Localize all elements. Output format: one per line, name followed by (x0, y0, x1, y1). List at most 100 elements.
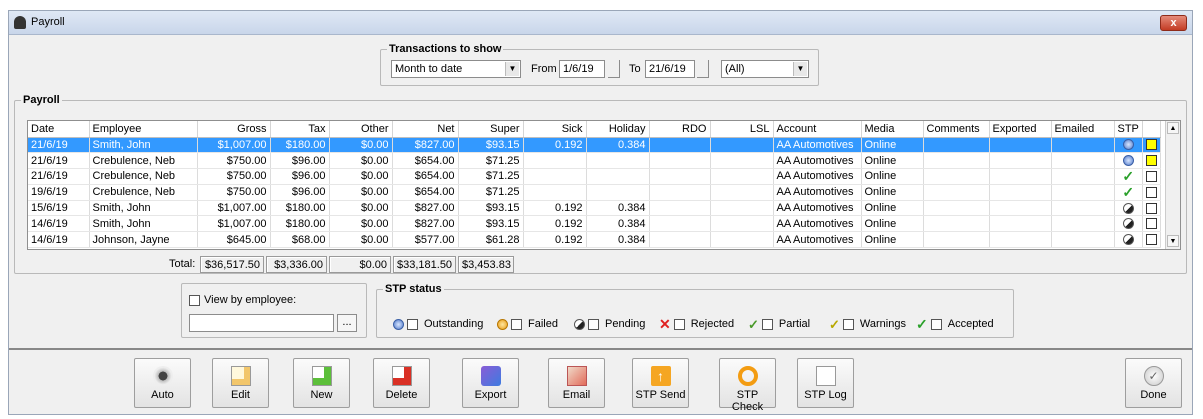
email-button[interactable]: Email (548, 358, 605, 408)
total-other: $0.00 (329, 256, 391, 273)
cell-flag[interactable] (1142, 168, 1161, 185)
cell-account: AA Automotives (773, 152, 862, 170)
cell-flag[interactable] (1142, 152, 1161, 170)
column-header[interactable]: Employee (89, 121, 198, 138)
column-header[interactable]: Net (392, 121, 459, 138)
cell-rdo (649, 215, 711, 233)
scroll-up-icon[interactable]: ▲ (1167, 122, 1179, 134)
stp-filter-pending[interactable]: Pending (574, 318, 645, 330)
cell-holiday: 0.384 (586, 200, 650, 217)
employee-field[interactable] (189, 314, 334, 332)
from-date-field[interactable]: 1/6/19 (559, 60, 605, 78)
row-checkbox[interactable] (1145, 186, 1157, 198)
cell-gross: $1,007.00 (197, 137, 271, 154)
table-row[interactable]: 14/6/19 Smith, John $1,007.00 $180.00 $0.00 $… (28, 215, 1161, 233)
accepted-icon: ✓ (916, 315, 928, 332)
column-header[interactable]: Account (773, 121, 862, 138)
delete-icon (391, 366, 412, 386)
vertical-scrollbar[interactable]: ▲ ▼ (1165, 121, 1180, 249)
cell-tax: $180.00 (270, 137, 330, 154)
stp-check-button[interactable]: STP Check (719, 358, 776, 413)
new-button[interactable]: New (293, 358, 350, 408)
warnings-checkbox[interactable] (842, 318, 854, 330)
column-header[interactable]: Sick (523, 121, 587, 138)
auto-button[interactable]: Auto (134, 358, 191, 408)
row-checkbox[interactable] (1145, 218, 1157, 230)
stp-filter-rejected[interactable]: ✕ Rejected (659, 317, 734, 331)
column-header[interactable]: Comments (923, 121, 990, 138)
stp-filter-failed[interactable]: Failed (497, 318, 558, 330)
warnings-icon: ✓ (829, 316, 840, 332)
column-header[interactable]: Holiday (586, 121, 650, 138)
pending-icon (1122, 234, 1134, 246)
export-button[interactable]: Export (462, 358, 519, 408)
stp-send-button[interactable]: ↑ STP Send (632, 358, 689, 408)
scope-select[interactable]: (All) ▼ (721, 60, 809, 78)
rejected-checkbox[interactable] (673, 318, 685, 330)
row-checkbox[interactable] (1145, 139, 1157, 151)
stp-filter-outstanding[interactable]: Outstanding (393, 318, 483, 330)
edit-button[interactable]: Edit (212, 358, 269, 408)
delete-button[interactable]: Delete (373, 358, 430, 408)
view-by-employee-checkbox[interactable] (189, 294, 200, 306)
cell-other: $0.00 (329, 168, 393, 185)
cell-comments (923, 152, 990, 170)
column-header[interactable]: Gross (197, 121, 271, 138)
column-header[interactable]: Date (28, 121, 90, 138)
payroll-grid[interactable]: Date Employee Gross Tax Other Net Super Sick Hol… (27, 120, 1181, 250)
cell-emailed (1051, 152, 1115, 170)
to-date-button[interactable] (697, 60, 709, 78)
cell-other: $0.00 (329, 184, 393, 201)
to-date-field[interactable]: 21/6/19 (645, 60, 695, 78)
cell-flag[interactable] (1142, 137, 1161, 154)
column-header[interactable]: Other (329, 121, 393, 138)
table-row[interactable]: 15/6/19 Smith, John $1,007.00 $180.00 $0.00 $… (28, 200, 1161, 217)
stp-filter-accepted[interactable]: ✓ Accepted (916, 315, 994, 332)
table-row[interactable]: 19/6/19 Crebulence, Neb $750.00 $96.00 $0.00… (28, 184, 1161, 201)
outstanding-checkbox[interactable] (407, 318, 418, 330)
view-by-employee-option[interactable]: View by employee: (189, 294, 296, 306)
column-header[interactable]: STP (1114, 121, 1143, 138)
row-checkbox[interactable] (1145, 202, 1157, 214)
column-header[interactable]: LSL (710, 121, 774, 138)
table-row[interactable]: 21/6/19 Crebulence, Neb $750.00 $96.00 $0.00… (28, 168, 1161, 185)
column-header[interactable]: Super (458, 121, 524, 138)
column-header[interactable]: Media (861, 121, 924, 138)
from-date-button[interactable] (608, 60, 620, 78)
scroll-down-icon[interactable]: ▼ (1167, 235, 1179, 247)
cell-net: $827.00 (392, 137, 459, 154)
done-button[interactable]: ✓ Done (1125, 358, 1182, 408)
close-button[interactable]: x (1160, 15, 1187, 31)
row-checkbox[interactable] (1145, 171, 1157, 183)
stp-filter-warnings[interactable]: ✓ Warnings (829, 316, 906, 332)
cell-media: Online (861, 168, 924, 185)
column-header[interactable]: Emailed (1051, 121, 1115, 138)
accepted-checkbox[interactable] (930, 318, 942, 330)
stp-filter-partial[interactable]: ✓ Partial (748, 318, 810, 331)
column-header[interactable]: RDO (649, 121, 711, 138)
pending-checkbox[interactable] (588, 318, 599, 330)
cell-flag[interactable] (1142, 231, 1161, 249)
email-icon (566, 366, 587, 386)
payroll-legend: Payroll (23, 94, 60, 106)
period-select[interactable]: Month to date ▼ (391, 60, 521, 78)
cell-date: 14/6/19 (28, 231, 90, 249)
failed-checkbox[interactable] (511, 318, 522, 330)
employee-browse-button[interactable]: ... (337, 314, 357, 332)
table-row[interactable]: 21/6/19 Crebulence, Neb $750.00 $96.00 $0.00… (28, 152, 1161, 170)
partial-checkbox[interactable] (761, 318, 773, 330)
cell-flag[interactable] (1142, 200, 1161, 217)
row-checkbox[interactable] (1145, 155, 1157, 167)
row-checkbox[interactable] (1145, 234, 1157, 246)
cell-exported (989, 168, 1052, 185)
column-header[interactable]: Exported (989, 121, 1052, 138)
table-row[interactable]: 14/6/19 Johnson, Jayne $645.00 $68.00 $0.00 $… (28, 231, 1161, 249)
stp-log-button[interactable]: STP Log (797, 358, 854, 408)
table-row[interactable]: 21/6/19 Smith, John $1,007.00 $180.00 $0.00 $… (28, 137, 1161, 154)
cell-flag[interactable] (1142, 215, 1161, 233)
cell-other: $0.00 (329, 231, 393, 249)
cell-lsl (710, 168, 774, 185)
cell-flag[interactable] (1142, 184, 1161, 201)
stp-log-icon (815, 366, 836, 386)
column-header[interactable]: Tax (270, 121, 330, 138)
